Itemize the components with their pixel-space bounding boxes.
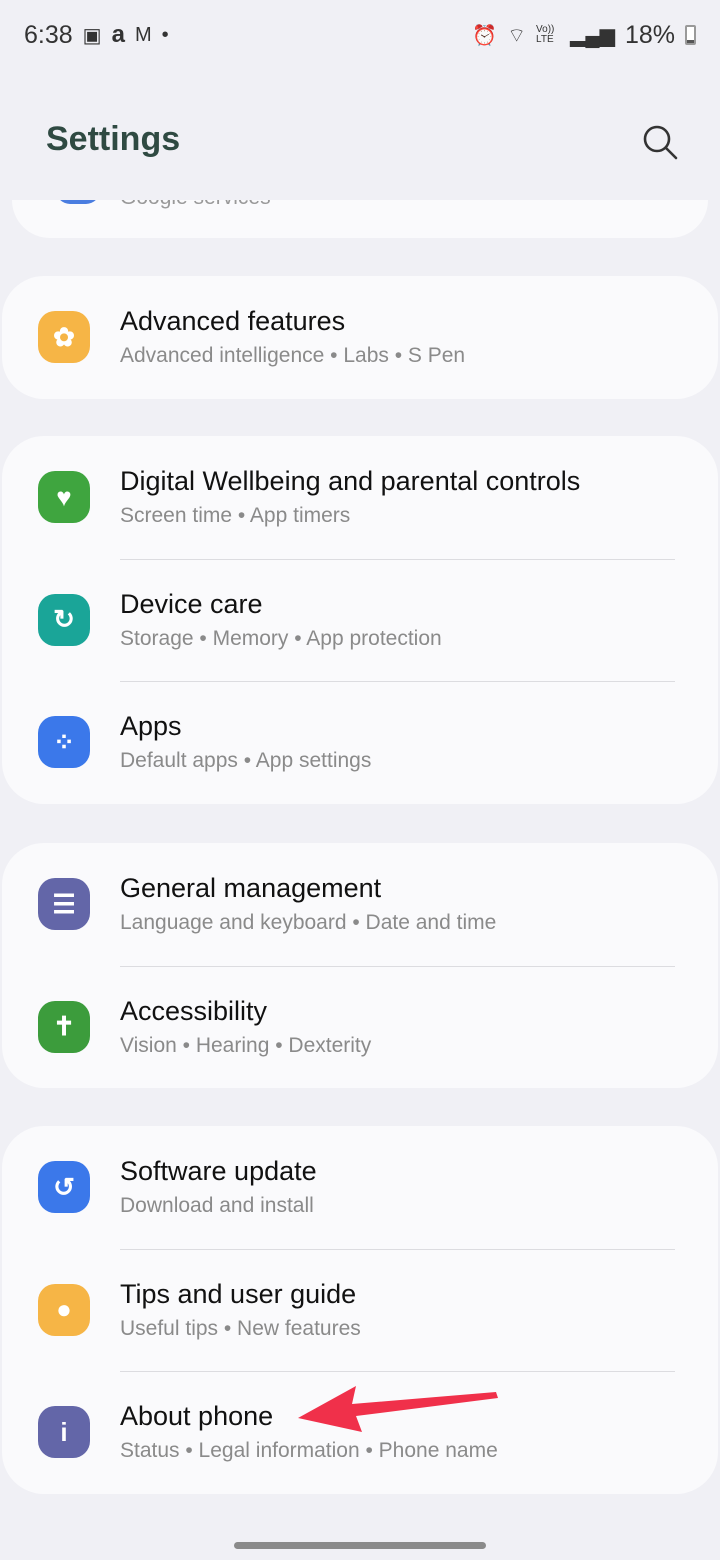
item-title: Apps	[120, 711, 182, 741]
digital-wellbeing-icon: ♥	[38, 471, 90, 523]
divider	[120, 681, 675, 682]
item-subtitle: Status • Legal information • Phone name	[120, 1439, 498, 1462]
settings-item-advanced-features[interactable]: ✿ Advanced features Advanced intelligence …	[2, 276, 718, 399]
volte-icon: Vo)) LTE	[536, 24, 555, 45]
google-services-item[interactable]: Google services	[12, 200, 708, 238]
google-icon	[56, 200, 100, 204]
signal-icon: ▂▄▆	[570, 24, 615, 47]
voicemail-icon: ▣	[82, 24, 102, 47]
item-subtitle: Download and install	[120, 1194, 314, 1217]
advanced-features-icon: ✿	[38, 311, 90, 363]
settings-card: ☰ General management Language and keyboard…	[2, 843, 718, 1088]
item-title: Software update	[120, 1156, 317, 1186]
item-subtitle: Useful tips • New features	[120, 1316, 361, 1340]
clock: 6:38	[24, 20, 73, 49]
about-phone-icon: i	[38, 1406, 90, 1458]
search-icon[interactable]	[640, 122, 680, 162]
dot-icon: •	[161, 23, 169, 46]
item-title: Device care	[120, 588, 263, 619]
settings-item-about-phone[interactable]: i About phone Status • Legal information •…	[2, 1371, 718, 1494]
apps-icon: ⁘	[38, 716, 90, 768]
settings-item-general-management[interactable]: ☰ General management Language and keyboard…	[2, 843, 718, 966]
item-title: General management	[120, 873, 382, 903]
divider	[120, 1248, 675, 1250]
divider	[120, 558, 675, 560]
settings-card: ↺ Software update Download and install ● Tip…	[2, 1126, 718, 1494]
item-title: Advanced features	[120, 306, 346, 336]
item-subtitle: Vision • Hearing • Dexterity	[120, 1033, 372, 1057]
settings-item-accessibility[interactable]: ✝ Accessibility Vision • Hearing • Dexteri…	[2, 965, 718, 1089]
settings-card: ♥ Digital Wellbeing and parental controls…	[2, 436, 718, 804]
accessibility-icon: ✝	[38, 1000, 90, 1053]
home-indicator[interactable]	[234, 1542, 486, 1549]
battery-icon	[685, 25, 696, 45]
settings-item-software-update[interactable]: ↺ Software update Download and install	[2, 1126, 718, 1249]
settings-item-apps[interactable]: ⁘ Apps Default apps • App settings	[2, 681, 718, 804]
device-care-icon: ↻	[38, 593, 90, 646]
amazon-icon: a	[111, 21, 125, 48]
status-bar: 6:38 ▣ a M • ⏰ ⌔ Vo)) LTE ▂▄▆ 18%	[24, 18, 696, 52]
settings-item-device-care[interactable]: ↻ Device care Storage • Memory • App prote…	[2, 558, 718, 682]
settings-card: ✿ Advanced features Advanced intelligence …	[2, 276, 718, 399]
tips-icon: ●	[38, 1283, 90, 1336]
general-management-icon: ☰	[38, 878, 90, 930]
item-subtitle: Screen time • App timers	[120, 504, 351, 527]
item-title: Digital Wellbeing and parental controls	[120, 466, 581, 496]
item-title: Tips and user guide	[120, 1278, 357, 1309]
item-subtitle: Storage • Memory • App protection	[120, 626, 442, 650]
item-subtitle: Advanced intelligence • Labs • S Pen	[120, 344, 466, 367]
page-title: Settings	[46, 120, 181, 158]
wifi-icon: ⌔	[507, 24, 527, 47]
gmail-icon: M	[134, 23, 152, 46]
item-subtitle: Default apps • App settings	[120, 749, 372, 772]
software-update-icon: ↺	[38, 1161, 90, 1213]
item-subtitle: Google services	[120, 200, 271, 210]
item-title: Accessibility	[120, 995, 268, 1026]
settings-item-tips-and-user-guide[interactable]: ● Tips and user guide Useful tips • New fe…	[2, 1248, 718, 1372]
divider	[120, 965, 675, 967]
item-subtitle: Language and keyboard • Date and time	[120, 911, 497, 934]
alarm-icon: ⏰	[472, 24, 498, 47]
settings-item-digital-wellbeing-and-parental-controls[interactable]: ♥ Digital Wellbeing and parental controls…	[2, 436, 718, 559]
battery-level: 18%	[624, 20, 675, 49]
divider	[120, 1371, 675, 1372]
item-title: About phone	[120, 1401, 274, 1431]
